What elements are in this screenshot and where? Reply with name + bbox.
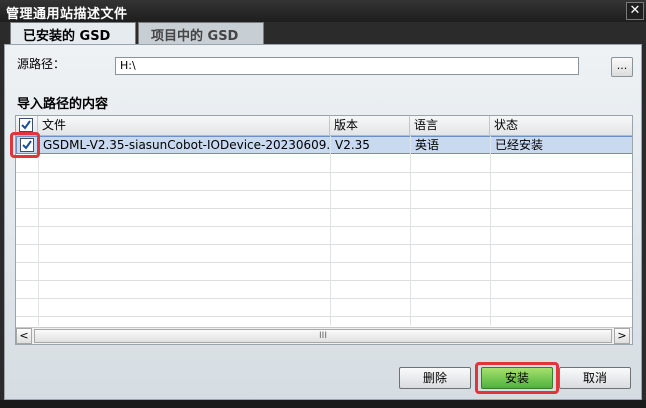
gsd-management-dialog: 管理通用站描述文件 ✕ 已安装的 GSD 项目中的 GSD 源路径： H:\ .… xyxy=(0,0,646,408)
column-divider xyxy=(410,136,411,326)
select-all-checkbox[interactable] xyxy=(19,118,33,132)
column-divider xyxy=(330,136,331,326)
tab-project-gsd[interactable]: 项目中的 GSD xyxy=(138,22,264,44)
highlight-install-annotation xyxy=(475,362,559,394)
cell-status: 已经安装 xyxy=(495,138,544,152)
bottom-edge xyxy=(0,400,646,408)
source-path-label: 源路径： xyxy=(17,57,66,71)
column-divider xyxy=(490,136,491,326)
cell-language: 英语 xyxy=(415,138,440,152)
source-path-input[interactable]: H:\ xyxy=(115,57,579,75)
close-icon[interactable]: ✕ xyxy=(626,2,644,20)
table-header: 文件 版本 语言 状态 xyxy=(16,116,632,136)
column-header-status[interactable]: 状态 xyxy=(490,116,632,136)
scroll-right-icon[interactable]: > xyxy=(614,328,630,344)
title-bar: 管理通用站描述文件 ✕ xyxy=(0,0,646,22)
gsd-file-table: 文件 版本 语言 状态 GSDML-V2.35-siasunCobot-IODe… xyxy=(15,115,633,345)
horizontal-scrollbar[interactable]: < III > xyxy=(16,327,632,344)
empty-row xyxy=(16,263,632,281)
table-row[interactable]: GSDML-V2.35-siasunCobot-IODevice-2023060… xyxy=(16,136,632,154)
window-title: 管理通用站描述文件 xyxy=(6,7,128,22)
tab-strip: 已安装的 GSD 项目中的 GSD xyxy=(4,22,642,44)
checkmark-icon xyxy=(21,120,31,130)
column-header-file[interactable]: 文件 xyxy=(38,116,330,136)
empty-row xyxy=(16,173,632,191)
column-header-version[interactable]: 版本 xyxy=(330,116,410,136)
section-title: 导入路径的内容 xyxy=(17,97,109,112)
empty-row xyxy=(16,245,632,263)
dialog-content: 源路径： H:\ ... 导入路径的内容 文件 版本 语言 状态 GSDML-V… xyxy=(4,44,642,400)
empty-row xyxy=(16,191,632,209)
scroll-left-icon[interactable]: < xyxy=(16,328,32,344)
delete-button[interactable]: 删除 xyxy=(399,367,471,389)
cell-file: GSDML-V2.35-siasunCobot-IODevice-2023060… xyxy=(43,138,331,152)
empty-row xyxy=(16,227,632,245)
cell-version: V2.35 xyxy=(335,138,370,152)
scroll-thumb[interactable]: III xyxy=(34,329,612,343)
cancel-button[interactable]: 取消 xyxy=(559,367,631,389)
tab-installed-gsd[interactable]: 已安装的 GSD xyxy=(10,22,136,44)
column-divider xyxy=(38,136,39,326)
browse-button[interactable]: ... xyxy=(611,57,633,77)
empty-row xyxy=(16,299,632,317)
empty-row xyxy=(16,281,632,299)
highlight-checkbox-annotation xyxy=(10,132,40,158)
empty-row xyxy=(16,209,632,227)
column-header-language[interactable]: 语言 xyxy=(410,116,490,136)
empty-row xyxy=(16,155,632,173)
